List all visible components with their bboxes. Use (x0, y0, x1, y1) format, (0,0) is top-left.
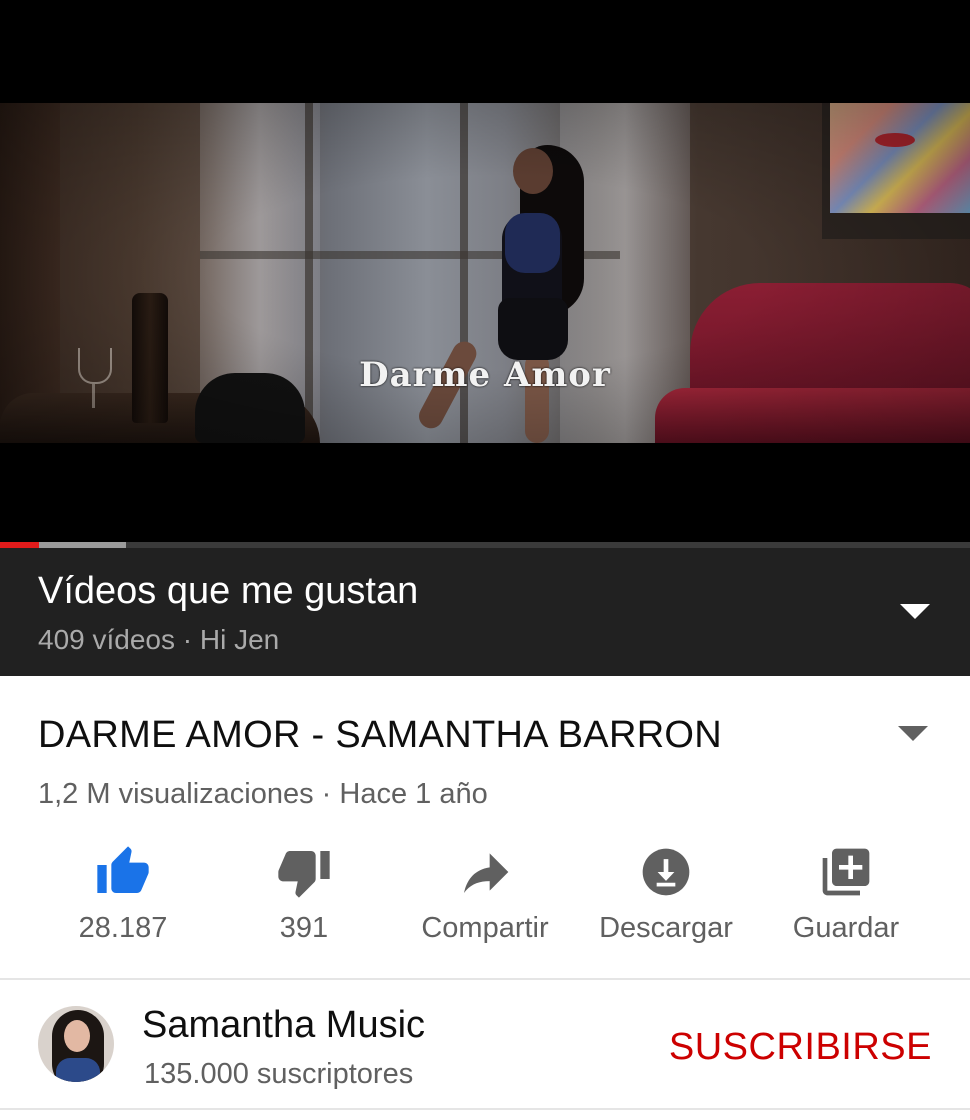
channel-name[interactable]: Samantha Music (142, 1004, 425, 1047)
share-icon (464, 853, 509, 893)
video-player[interactable]: Darme Amor (0, 0, 970, 548)
video-title[interactable]: DARME AMOR - SAMANTHA BARRON (38, 714, 722, 757)
download-button[interactable]: Descargar (576, 840, 756, 960)
caret-down-icon[interactable] (898, 726, 928, 741)
download-icon (642, 848, 690, 896)
playlist-panel[interactable]: Vídeos que me gustan 409 vídeos · Hi Jen (0, 548, 970, 676)
share-button[interactable]: Compartir (395, 840, 575, 960)
video-overlay-title: Darme Amor (359, 355, 611, 395)
like-count: 28.187 (78, 912, 168, 944)
like-button[interactable]: 28.187 (33, 840, 213, 960)
video-actions: 28.187 391 Compartir Descargar Guardar (0, 840, 970, 960)
playlist-meta: 409 vídeos · Hi Jen (38, 624, 280, 655)
dislike-count: 391 (279, 912, 329, 944)
dislike-button[interactable]: 391 (214, 840, 394, 960)
subscriber-count: 135.000 suscriptores (144, 1058, 414, 1090)
video-meta: 1,2 M visualizaciones · Hace 1 año (38, 778, 488, 810)
playlist-title: Vídeos que me gustan (38, 570, 419, 612)
save-label: Guardar (792, 912, 900, 944)
download-label: Descargar (599, 912, 733, 944)
divider (0, 1108, 970, 1110)
channel-avatar[interactable] (38, 1006, 114, 1082)
save-to-playlist-icon (822, 848, 870, 896)
video-frame[interactable]: Darme Amor (0, 103, 970, 443)
thumbs-up-icon (97, 846, 149, 893)
channel-row[interactable]: Samantha Music 135.000 suscriptores SUSC… (0, 980, 970, 1110)
thumbs-down-icon (278, 851, 330, 898)
subscribe-button[interactable]: SUSCRIBIRSE (669, 1026, 932, 1069)
save-button[interactable]: Guardar (756, 840, 936, 960)
caret-down-icon[interactable] (900, 604, 930, 619)
share-label: Compartir (421, 912, 549, 944)
